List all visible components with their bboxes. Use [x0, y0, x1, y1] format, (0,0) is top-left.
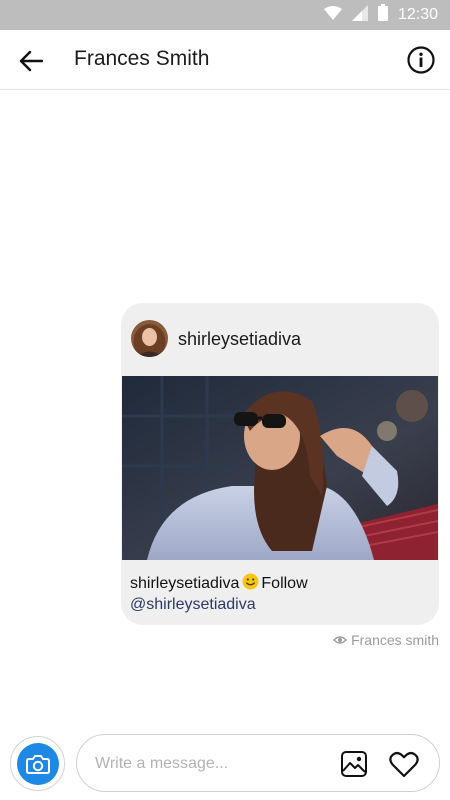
- battery-icon: [377, 4, 388, 26]
- camera-icon: [25, 754, 50, 774]
- arrow-left-icon: [19, 50, 43, 72]
- heart-icon: [389, 751, 419, 777]
- info-icon: [407, 46, 435, 74]
- wifi-icon: [323, 5, 342, 25]
- caption-text: Follow: [261, 575, 308, 592]
- back-button[interactable]: [16, 46, 46, 76]
- image-icon: [341, 751, 367, 777]
- post-caption: shirleysetiadiva Follow @shirleysetiadiva: [130, 573, 431, 615]
- like-button[interactable]: [388, 748, 420, 780]
- post-image[interactable]: [122, 376, 438, 560]
- post-username[interactable]: shirleysetiadiva: [178, 329, 301, 350]
- smiley-emoji-icon: [242, 573, 259, 590]
- message-input[interactable]: [95, 749, 325, 779]
- caption-mention-link[interactable]: @shirleysetiadiva: [130, 594, 431, 615]
- camera-button[interactable]: [10, 736, 65, 791]
- message-composer: [0, 730, 450, 796]
- caption-username[interactable]: shirleysetiadiva: [130, 575, 239, 592]
- status-time: 12:30: [397, 6, 438, 23]
- avatar[interactable]: [131, 320, 168, 357]
- conversation-header: Frances Smith: [0, 30, 450, 90]
- conversation-title: Frances Smith: [74, 47, 210, 70]
- status-bar: 12:30: [0, 0, 450, 30]
- info-button[interactable]: [406, 45, 436, 75]
- gallery-button[interactable]: [339, 749, 369, 779]
- seen-indicator: Frances smith: [333, 632, 439, 648]
- shared-post-card[interactable]: shirleysetiadiva shirleysetiadiva Follow…: [121, 303, 439, 625]
- eye-icon: [333, 636, 347, 644]
- message-input-container: [76, 734, 440, 792]
- shared-post-header: shirleysetiadiva: [121, 303, 439, 375]
- seen-by-name: Frances smith: [351, 632, 439, 648]
- signal-icon: [351, 4, 368, 26]
